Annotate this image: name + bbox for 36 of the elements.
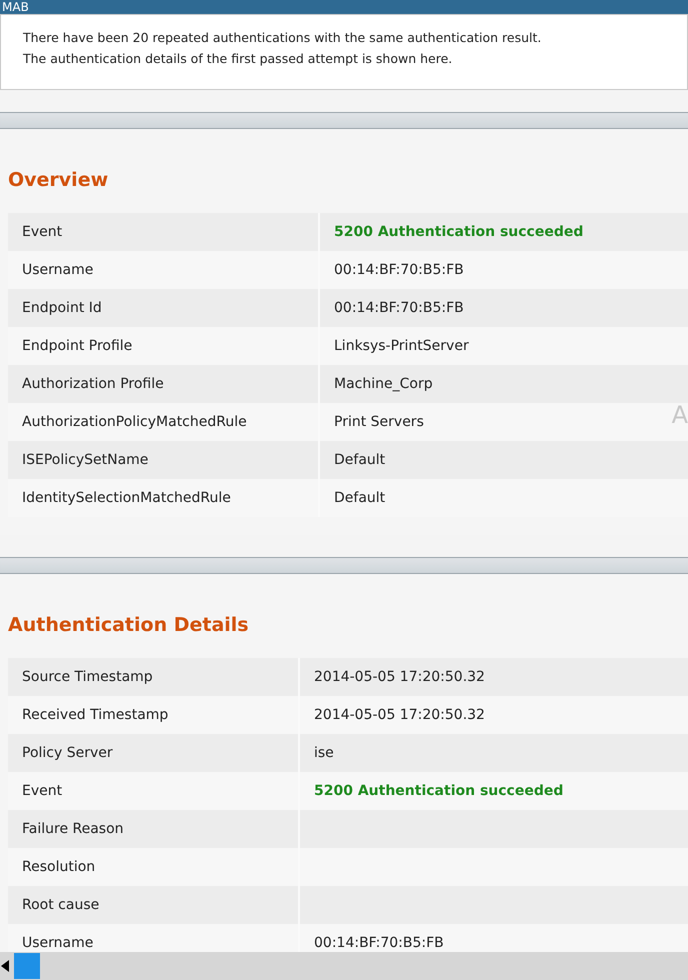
field-value: Print Servers bbox=[334, 414, 424, 430]
field-label: Root cause bbox=[21, 897, 100, 913]
left-arrow-icon[interactable] bbox=[0, 959, 10, 973]
field-label: Policy Server bbox=[21, 745, 114, 761]
field-label: Endpoint Id bbox=[21, 300, 103, 316]
field-label: Failure Reason bbox=[21, 821, 125, 837]
section-heading: Overview bbox=[7, 169, 110, 191]
field-value: 2014-05-05 17:20:50.32 bbox=[314, 669, 485, 685]
field-label: Resolution bbox=[21, 859, 96, 875]
field-value: Default bbox=[334, 490, 386, 506]
notice-text: The authentication details of the first passed attempt is shown here. bbox=[23, 50, 454, 68]
field-label: Source Timestamp bbox=[21, 669, 154, 685]
field-value: Machine_Corp bbox=[334, 376, 433, 392]
field-value: ise bbox=[314, 745, 334, 761]
header-title: MAB bbox=[2, 0, 29, 14]
section-heading: Authentication Details bbox=[7, 614, 250, 636]
field-label: Username bbox=[21, 935, 94, 951]
field-label: Endpoint Profile bbox=[21, 338, 134, 354]
field-value: 00:14:BF:70:B5:FB bbox=[334, 262, 464, 278]
scrollbar-thumb[interactable] bbox=[14, 953, 40, 979]
field-value: 00:14:BF:70:B5:FB bbox=[314, 935, 444, 951]
field-label: Event bbox=[21, 224, 64, 240]
field-label: IdentitySelectionMatchedRule bbox=[21, 490, 232, 506]
field-value: 5200 Authentication succeeded bbox=[334, 224, 584, 240]
field-label: Username bbox=[21, 262, 94, 278]
field-label: Authorization Profile bbox=[21, 376, 165, 392]
field-value: 5200 Authentication succeeded bbox=[314, 783, 564, 799]
field-value: 2014-05-05 17:20:50.32 bbox=[314, 707, 485, 723]
field-value: Linksys-PrintServer bbox=[334, 338, 469, 354]
field-value: 00:14:BF:70:B5:FB bbox=[334, 300, 464, 316]
field-label: AuthorizationPolicyMatchedRule bbox=[21, 414, 248, 430]
notice-text: There have been 20 repeated authentications with the same authentication result. bbox=[23, 29, 542, 47]
field-label: Received Timestamp bbox=[21, 707, 170, 723]
field-label: ISEPolicySetName bbox=[21, 452, 150, 468]
field-label: Event bbox=[21, 783, 64, 799]
field-value: Default bbox=[334, 452, 386, 468]
